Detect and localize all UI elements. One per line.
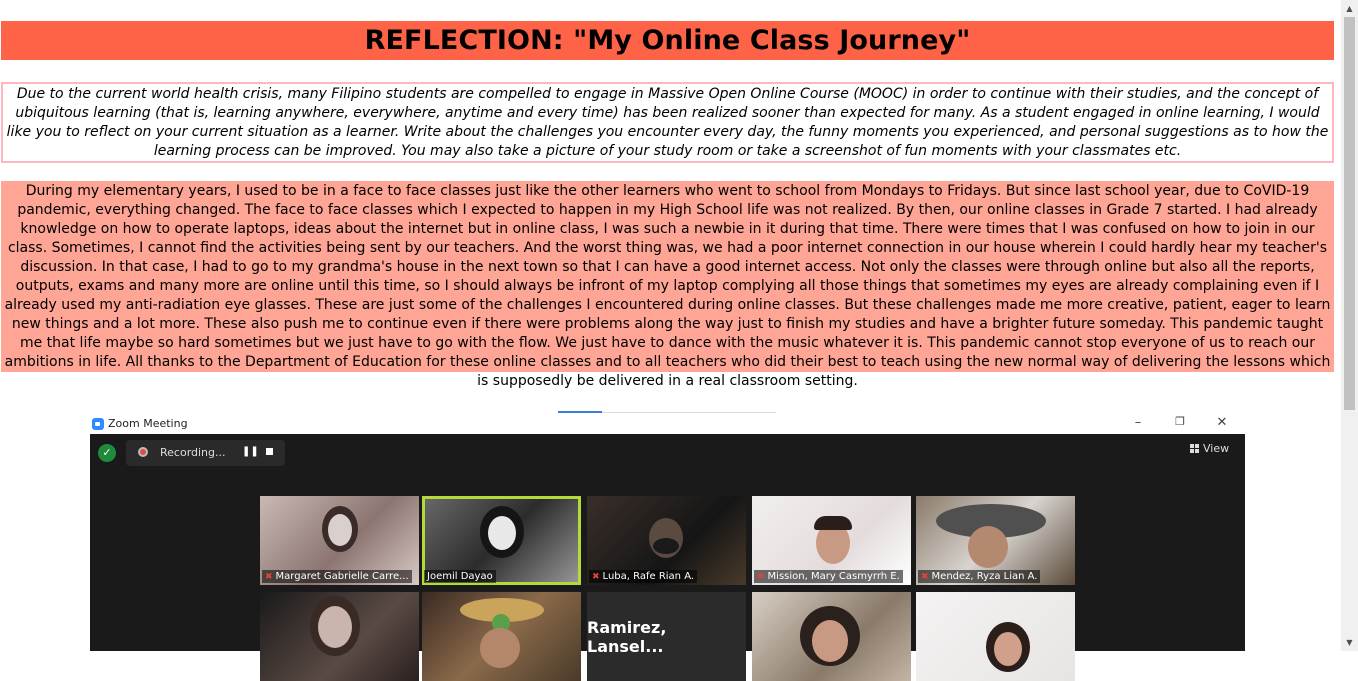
participant-tile: ✖ Mendez, Ryza Lian A.	[916, 496, 1075, 585]
zoom-screenshot: Zoom Meeting – ❐ ✕ ✓ Recording... ❚❚ Vie…	[90, 414, 1245, 681]
participant-tile: ✖ Mission, Mary Casmyrrh E.	[752, 496, 911, 585]
security-shield-icon: ✓	[98, 444, 116, 462]
carousel-indicator-thumb	[558, 411, 602, 413]
restore-icon: ❐	[1175, 415, 1185, 428]
zoom-logo-icon	[92, 418, 104, 430]
scroll-down-arrow-icon[interactable]: ▼	[1341, 634, 1358, 651]
recording-label: Recording...	[160, 446, 226, 459]
stop-icon	[266, 448, 273, 455]
scroll-up-arrow-icon[interactable]: ▲	[1341, 0, 1358, 17]
view-label: View	[1203, 442, 1230, 455]
muted-mic-icon: ✖	[921, 572, 929, 582]
participant-tile	[260, 592, 419, 681]
muted-mic-icon: ✖	[265, 572, 273, 582]
participant-name: Mendez, Ryza Lian A.	[931, 571, 1038, 582]
pause-icon: ❚❚	[242, 446, 259, 457]
recording-indicator: Recording... ❚❚	[126, 440, 285, 466]
muted-mic-icon: ✖	[592, 572, 600, 582]
image-carousel-indicator[interactable]	[558, 411, 776, 413]
participant-tile-active-speaker: Joemil Dayao	[422, 496, 581, 585]
participant-tile: ✖ Margaret Gabrielle Carre...	[260, 496, 419, 585]
zoom-titlebar: Zoom Meeting – ❐ ✕	[90, 414, 1245, 434]
participant-name: Luba, Rafe Rian A.	[602, 571, 695, 582]
minimize-icon: –	[1134, 415, 1142, 430]
zoom-window-title: Zoom Meeting	[108, 417, 188, 430]
participant-tile: ✖ Luba, Rafe Rian A.	[587, 496, 746, 585]
reflection-prompt: Due to the current world health crisis, …	[1, 82, 1334, 163]
participant-tile	[916, 592, 1075, 681]
title-banner: REFLECTION: "My Online Class Journey"	[1, 21, 1334, 60]
view-button: View	[1190, 442, 1229, 455]
scrollbar-thumb[interactable]	[1344, 17, 1355, 410]
participant-tile-video-off: Ramirez, Lansel...	[587, 592, 746, 681]
participant-tile	[752, 592, 911, 681]
close-icon: ✕	[1216, 415, 1228, 430]
participant-name: Joemil Dayao	[427, 571, 493, 582]
student-response: During my elementary years, I used to be…	[1, 181, 1334, 389]
participant-name-large: Ramirez, Lansel...	[587, 617, 667, 656]
participant-name: Margaret Gabrielle Carre...	[275, 571, 409, 582]
muted-mic-icon: ✖	[757, 572, 765, 582]
record-dot-icon	[138, 447, 148, 457]
participant-tile	[422, 592, 581, 681]
grid-icon	[1190, 444, 1199, 453]
zoom-meeting-area: ✓ Recording... ❚❚ View ✖ Margaret Gabriel…	[90, 434, 1245, 681]
page-scrollbar[interactable]: ▲ ▼	[1341, 0, 1358, 651]
page-title: REFLECTION: "My Online Class Journey"	[364, 25, 971, 56]
participant-name: Mission, Mary Casmyrrh E.	[767, 571, 900, 582]
